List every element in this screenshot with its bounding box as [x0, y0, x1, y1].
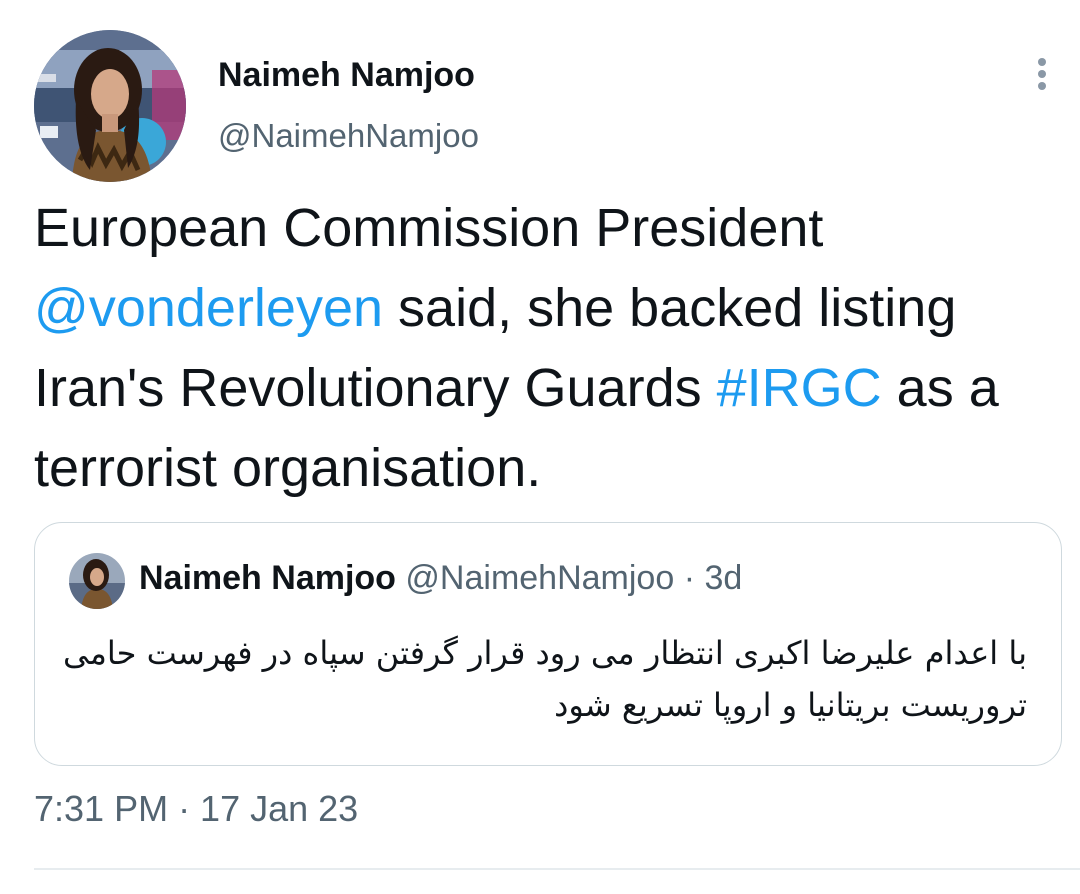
- author-display-name[interactable]: Naimeh Namjoo: [218, 56, 475, 95]
- more-dot: [1038, 58, 1046, 66]
- tweet-text: European Commission President @vonderley…: [34, 188, 1044, 508]
- quote-separator: ·: [683, 559, 696, 597]
- quoted-tweet-card[interactable]: Naimeh Namjoo @NaimehNamjoo · 3d با اعدا…: [34, 522, 1062, 766]
- quote-text: با اعدام علیرضا اکبری انتظار می رود قرار…: [63, 634, 1027, 724]
- quote-handle: @NaimehNamjoo: [405, 559, 675, 597]
- divider: [34, 868, 1080, 870]
- more-dot: [1038, 82, 1046, 90]
- more-dot: [1038, 70, 1046, 78]
- quote-avatar: [69, 553, 125, 609]
- quote-display-name[interactable]: Naimeh Namjoo: [139, 559, 396, 597]
- tweet-text-part: European Commission President: [34, 198, 824, 258]
- mention-link[interactable]: @vonderleyen: [34, 278, 383, 338]
- hashtag-link[interactable]: #IRGC: [717, 358, 882, 418]
- tweet-timestamp[interactable]: 7:31 PM · 17 Jan 23: [34, 788, 358, 830]
- quote-header: Naimeh Namjoo @NaimehNamjoo · 3d: [139, 559, 742, 598]
- author-handle[interactable]: @NaimehNamjoo: [218, 117, 479, 155]
- profile-avatar[interactable]: [34, 30, 186, 182]
- more-vertical-icon[interactable]: [1026, 52, 1058, 96]
- quote-time[interactable]: 3d: [704, 559, 742, 597]
